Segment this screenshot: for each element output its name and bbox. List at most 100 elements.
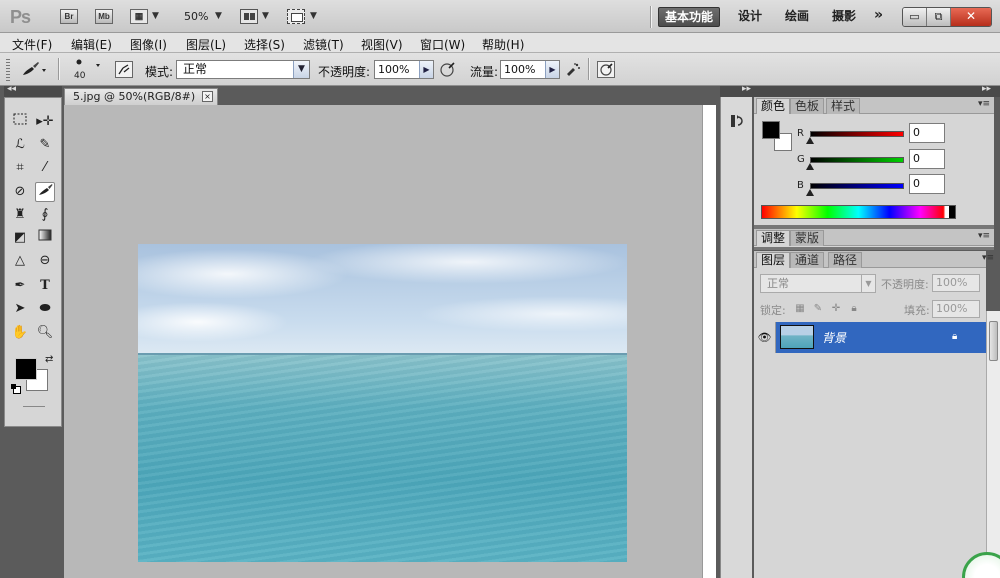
lock-all-icon[interactable]: 🔒︎ (848, 303, 860, 315)
foreground-color-swatch[interactable] (15, 358, 37, 380)
tablet-pressure-size-button[interactable] (597, 61, 615, 78)
lock-transparent-icon[interactable]: ▦ (794, 303, 806, 315)
channel-b-input[interactable]: 0 (909, 174, 945, 194)
screen-mode-button[interactable] (287, 9, 305, 24)
chevron-down-icon[interactable]: ▼ (262, 11, 269, 21)
marquee-tool-icon[interactable] (10, 112, 30, 132)
eraser-tool-icon[interactable]: ◩ (10, 228, 30, 248)
channel-g-slider[interactable] (810, 157, 904, 163)
lasso-tool-icon[interactable]: ℒ (10, 135, 30, 155)
zoom-tool-icon[interactable]: 🔍︎ (35, 323, 55, 343)
color-spectrum-bar[interactable] (761, 205, 956, 219)
ellipse-tool-icon[interactable]: ⬬ (35, 299, 55, 319)
mini-bridge-button[interactable]: Mb (95, 9, 113, 24)
blur-tool-icon[interactable]: △ (10, 251, 30, 271)
brush-panel-toggle[interactable] (115, 61, 133, 78)
opacity-field[interactable]: 100% ▶ (374, 60, 434, 79)
tab-styles[interactable]: 样式 (826, 98, 861, 114)
menu-filter[interactable]: 滤镜(T) (303, 36, 344, 53)
channel-r-input[interactable]: 0 (909, 123, 945, 143)
chevron-right-icon[interactable]: ▶ (419, 61, 433, 78)
restore-button[interactable]: ⧉ (927, 8, 951, 26)
layer-opacity-field[interactable]: 100% (932, 274, 980, 292)
chevron-right-icon[interactable]: ▶ (545, 61, 559, 78)
minimize-button[interactable]: ▭ (903, 8, 927, 26)
healing-brush-tool-icon[interactable]: ⊘ (10, 182, 30, 202)
menu-select[interactable]: 选择(S) (244, 36, 285, 53)
chevron-down-icon[interactable]: ▼ (215, 11, 222, 21)
move-tool-icon[interactable]: ▸✛ (35, 112, 55, 132)
panel-dock-header[interactable]: ▸▸ ▸▸ (720, 84, 1000, 97)
channel-g-input[interactable]: 0 (909, 149, 945, 169)
collapse-icon[interactable]: ▸▸ (982, 84, 991, 94)
history-brush-tool-icon[interactable]: ∮ (35, 205, 55, 225)
menu-file[interactable]: 文件(F) (12, 36, 52, 53)
close-button[interactable]: ✕ (951, 8, 991, 26)
document-image[interactable] (138, 244, 627, 562)
grip-handle[interactable] (6, 59, 10, 81)
expand-icon[interactable]: ▸▸ (742, 84, 751, 94)
close-icon[interactable]: × (202, 91, 213, 102)
default-colors-icon[interactable] (11, 384, 21, 394)
workspace-essentials[interactable]: 基本功能 (658, 7, 721, 27)
fill-field[interactable]: 100% (932, 300, 980, 318)
mode-select[interactable]: 正常 ▼ (176, 60, 310, 79)
menu-help[interactable]: 帮助(H) (482, 36, 524, 53)
eye-icon[interactable]: 👁︎ (754, 322, 776, 353)
blend-mode-select[interactable]: 正常 ▼ (760, 274, 876, 293)
gradient-tool-icon[interactable] (35, 228, 55, 248)
airbrush-button[interactable] (564, 61, 582, 78)
flow-field[interactable]: 100% ▶ (500, 60, 560, 79)
menu-view[interactable]: 视图(V) (361, 36, 403, 53)
menu-window[interactable]: 窗口(W) (420, 36, 465, 53)
bridge-button[interactable]: Br (60, 9, 78, 24)
tablet-pressure-opacity-button[interactable] (438, 61, 456, 78)
layer-row[interactable]: 👁︎ 背景 🔒︎ (754, 322, 992, 353)
slider-handle[interactable] (806, 163, 814, 170)
tab-masks[interactable]: 蒙版 (790, 230, 825, 246)
workspace-painting[interactable]: 绘画 (779, 7, 815, 27)
scrollbar-thumb[interactable] (989, 321, 998, 361)
quick-selection-tool-icon[interactable]: ✎ (35, 135, 55, 155)
workspace-photography[interactable]: 摄影 (826, 7, 862, 27)
toolbox-header[interactable]: ◂◂ (4, 84, 62, 97)
lock-position-icon[interactable]: ✛ (830, 303, 842, 315)
menu-layer[interactable]: 图层(L) (186, 36, 226, 53)
history-icon[interactable] (728, 113, 746, 131)
slider-handle[interactable] (806, 189, 814, 196)
eyedropper-tool-icon[interactable]: ⁄ (35, 158, 55, 178)
tab-adjustments[interactable]: 调整 (756, 230, 791, 246)
hand-tool-icon[interactable]: ✋ (10, 323, 30, 343)
lock-image-icon[interactable]: ✎ (812, 303, 824, 315)
document-tab[interactable]: 5.jpg @ 50%(RGB/8#) × (64, 88, 218, 105)
chevron-down-icon[interactable]: ▼ (152, 11, 159, 21)
tab-paths[interactable]: 路径 (828, 252, 863, 268)
panel-menu-icon[interactable]: ▾≡ (978, 99, 990, 109)
canvas-scrollbar[interactable] (702, 105, 716, 578)
foreground-color-swatch[interactable] (762, 121, 780, 139)
clone-stamp-tool-icon[interactable]: ♜ (10, 205, 30, 225)
tool-preset-picker[interactable] (20, 61, 46, 78)
tab-layers[interactable]: 图层 (756, 252, 791, 268)
workspace-design[interactable]: 设计 (732, 7, 768, 27)
chevron-down-icon[interactable]: ▼ (310, 11, 317, 21)
arrange-documents-button[interactable] (240, 9, 258, 24)
pen-tool-icon[interactable]: ✒ (10, 276, 30, 296)
swap-colors-icon[interactable]: ⇄ (45, 354, 53, 365)
tab-swatches[interactable]: 色板 (790, 98, 825, 114)
menu-edit[interactable]: 编辑(E) (71, 36, 112, 53)
crop-tool-icon[interactable]: ⌗ (10, 158, 30, 178)
menu-image[interactable]: 图像(I) (130, 36, 167, 53)
extras-view-button[interactable]: ▦ (130, 9, 148, 24)
channel-b-slider[interactable] (810, 183, 904, 189)
channel-r-slider[interactable] (810, 131, 904, 137)
dodge-tool-icon[interactable]: ⊖ (35, 251, 55, 271)
panel-menu-icon[interactable]: ▾≡ (982, 253, 994, 263)
type-tool-icon[interactable]: T (35, 276, 55, 296)
brush-tool-icon[interactable] (35, 182, 55, 202)
path-selection-tool-icon[interactable]: ➤ (10, 299, 30, 319)
tab-channels[interactable]: 通道 (790, 252, 825, 268)
collapse-icon[interactable]: ◂◂ (7, 84, 16, 94)
panel-menu-icon[interactable]: ▾≡ (978, 231, 990, 241)
slider-handle[interactable] (806, 137, 814, 144)
